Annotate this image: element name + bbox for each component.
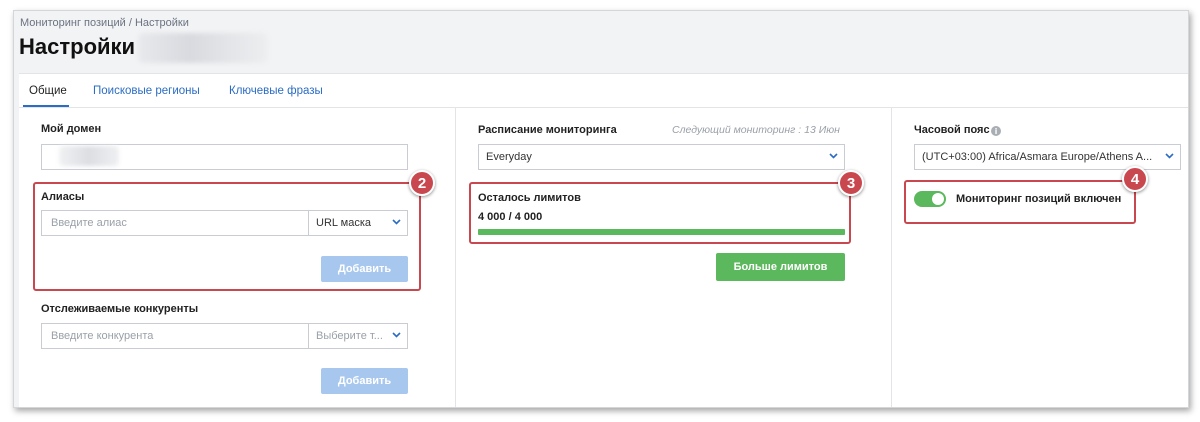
page-title: Настройки: [19, 34, 136, 59]
tab-general[interactable]: Общие: [29, 85, 67, 97]
competitor-type-select-value: Выберите т...: [316, 330, 383, 342]
schedule-label: Расписание мониторинга: [478, 124, 617, 136]
annotation-badge-2: 2: [409, 170, 435, 196]
chevron-down-icon: [392, 332, 401, 340]
chevron-down-icon: [1165, 153, 1174, 161]
timezone-select[interactable]: (UTC+03:00) Africa/Asmara Europe/Athens …: [914, 144, 1181, 170]
column-divider: [455, 108, 456, 407]
schedule-select[interactable]: Everyday: [478, 144, 845, 170]
annotation-badge-4: 4: [1122, 166, 1148, 192]
info-icon[interactable]: i: [991, 126, 1001, 136]
tab-search-regions[interactable]: Поисковые регионы: [93, 85, 200, 97]
active-tab-indicator: [23, 105, 69, 107]
next-monitoring-text: Следующий мониторинг : 13 Июн: [672, 124, 840, 136]
breadcrumb: Мониторинг позиций / Настройки: [20, 17, 189, 29]
annotation-badge-3: 3: [838, 170, 864, 196]
blurred-project-name: [138, 33, 268, 63]
highlight-box-monitoring: [904, 180, 1136, 224]
column-divider: [891, 108, 892, 407]
chevron-down-icon: [829, 153, 838, 161]
competitor-input[interactable]: Введите конкурента: [41, 323, 309, 349]
domain-label: Мой домен: [41, 123, 102, 135]
highlight-box-aliases: [33, 182, 421, 291]
highlight-box-limits: [469, 182, 851, 244]
tab-bar: Общие Поисковые регионы Ключевые фразы: [19, 74, 1188, 108]
tab-key-phrases[interactable]: Ключевые фразы: [229, 85, 323, 97]
schedule-select-value: Everyday: [486, 151, 532, 163]
competitor-type-select[interactable]: Выберите т...: [308, 323, 408, 349]
timezone-label: Часовой пояс: [914, 124, 990, 136]
blurred-domain-value: [59, 146, 119, 166]
timezone-select-value: (UTC+03:00) Africa/Asmara Europe/Athens …: [922, 151, 1153, 163]
add-competitor-button[interactable]: Добавить: [321, 368, 408, 394]
more-limits-button[interactable]: Больше лимитов: [716, 253, 845, 281]
competitors-label: Отслеживаемые конкуренты: [41, 303, 199, 315]
